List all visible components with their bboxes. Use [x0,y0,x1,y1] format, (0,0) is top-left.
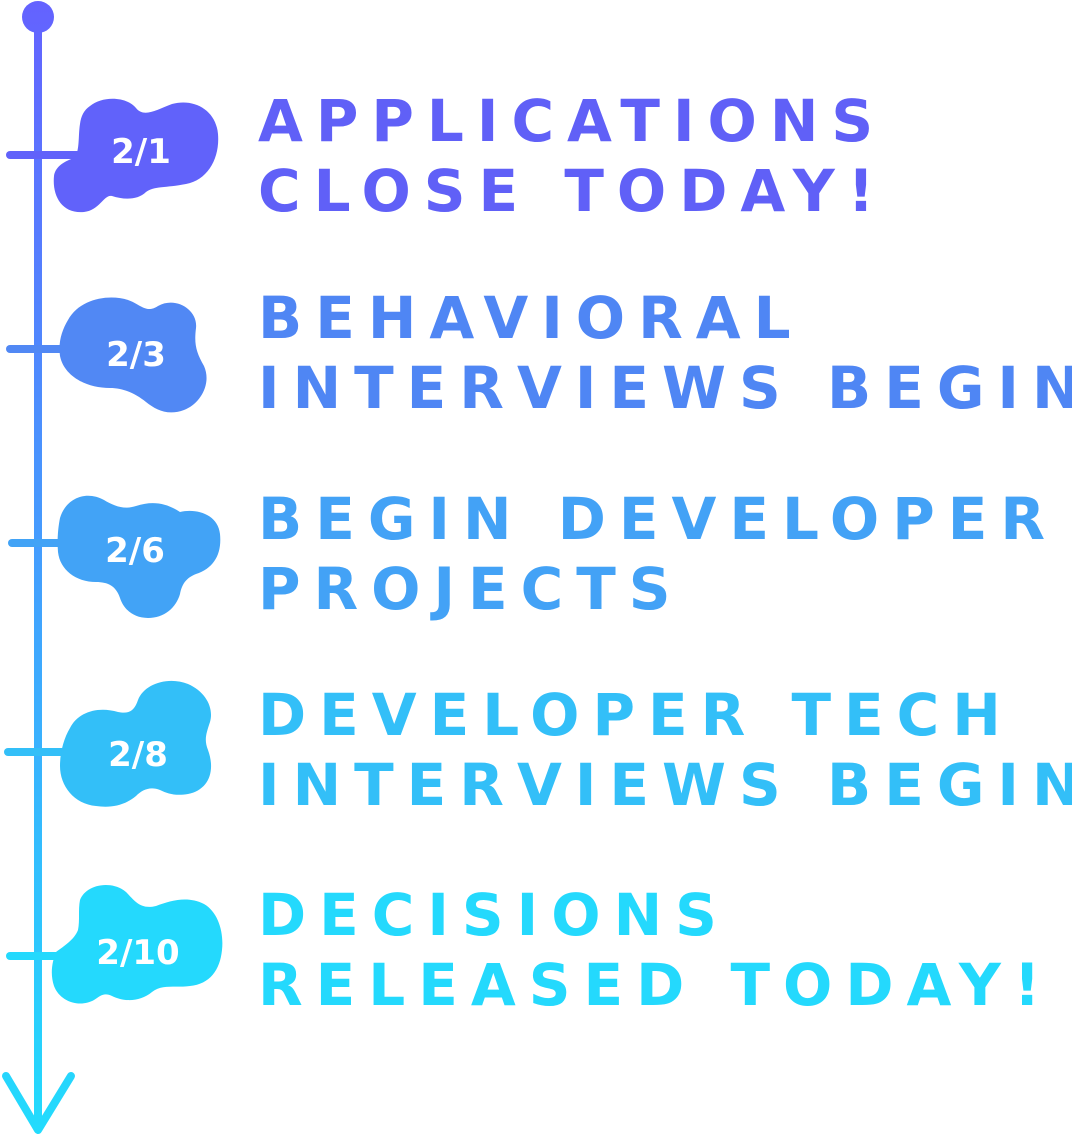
event-title-5-line-2: RELEASED TODAY! [258,951,1054,1019]
event-title-2: BEHAVIORAL INTERVIEWS BEGIN [258,283,1072,423]
event-title-3: BEGIN DEVELOPER PROJECTS [258,484,1058,624]
event-title-4-line-2: INTERVIEWS BEGIN [258,751,1072,819]
event-marker-3: 2/6 [8,495,221,618]
event-title-1-line-2: CLOSE TODAY! [258,157,888,225]
event-title-3-line-2: PROJECTS [258,555,684,623]
event-title-2-line-1: BEHAVIORAL [258,284,804,352]
event-date-1: 2/1 [111,132,171,172]
event-title-1-line-1: APPLICATIONS [258,87,887,155]
event-title-1: APPLICATIONS CLOSE TODAY! [258,86,887,226]
event-date-4: 2/8 [108,735,168,775]
event-title-5: DECISIONS RELEASED TODAY! [258,880,1053,1020]
event-date-5: 2/10 [96,933,179,973]
event-title-4: DEVELOPER TECH INTERVIEWS BEGIN [258,680,1072,820]
event-date-3: 2/6 [105,531,165,571]
event-date-2: 2/3 [106,335,166,375]
timeline-start-dot [22,1,54,33]
event-title-2-line-2: INTERVIEWS BEGIN [258,354,1072,422]
event-title-5-line-1: DECISIONS [258,881,730,949]
event-title-4-line-1: DEVELOPER TECH [258,681,1014,749]
event-title-3-line-1: BEGIN DEVELOPER [258,485,1059,553]
